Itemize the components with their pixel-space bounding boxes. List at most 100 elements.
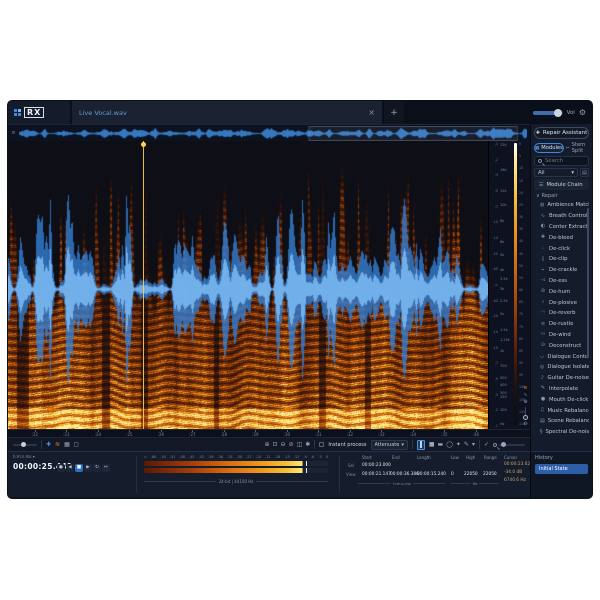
module-label: Deconstruct bbox=[549, 343, 581, 349]
module-item-dialogue-isolate[interactable]: ◎Dialogue Isolate bbox=[534, 362, 589, 373]
tab-live-vocal[interactable]: Live Vocal.wav × bbox=[72, 101, 382, 124]
module-item-de-plosive[interactable]: ≀De-plosive bbox=[534, 297, 589, 308]
spectrogram-view-icon[interactable]: ≋ bbox=[55, 442, 60, 448]
horizontal-select-icon[interactable]: ▬ bbox=[438, 442, 444, 448]
module-item-spectral-de-noise[interactable]: §Spectral De-noise bbox=[534, 427, 589, 438]
record-button[interactable]: ● bbox=[57, 464, 65, 472]
brush-select-icon[interactable]: ✎ bbox=[464, 442, 469, 448]
lasso-select-icon[interactable]: ◯ bbox=[446, 442, 453, 448]
tab-modules[interactable]: ▦ Modules bbox=[534, 143, 564, 153]
rewind-button[interactable]: ◀ bbox=[66, 464, 74, 472]
module-item-dialogue-contour[interactable]: ◡Dialogue Contour bbox=[534, 351, 589, 362]
magic-wand-icon[interactable]: ✦ bbox=[456, 442, 461, 448]
time-ruler[interactable]: :22:23:24:25:26:27:28:29:30:31:32:33:34:… bbox=[8, 429, 530, 437]
time-select-tool[interactable] bbox=[417, 440, 425, 450]
module-item-music-rebalance[interactable]: ♫Music Rebalance bbox=[534, 405, 589, 416]
time-format-selector[interactable]: h:m:s.ms ▾ bbox=[13, 454, 35, 459]
play-selection-button[interactable]: ↦ bbox=[102, 464, 110, 472]
waveform-blend-icon[interactable]: ∿ bbox=[523, 393, 527, 398]
pan-tool-icon[interactable]: ✚ bbox=[46, 442, 51, 448]
module-item-guitar-de-noise[interactable]: ♪Guitar De-noise bbox=[534, 373, 589, 384]
filter-options-button[interactable]: ▤ bbox=[580, 168, 589, 177]
module-item-de-hum[interactable]: ⊘De-hum bbox=[534, 286, 589, 297]
horizontal-zoom-control[interactable] bbox=[493, 443, 525, 447]
dialogue-contour-icon: ◡ bbox=[540, 354, 544, 359]
zoom-out-icon[interactable]: ⊖ bbox=[281, 442, 286, 448]
repair-section-header[interactable]: ∨ Repair bbox=[534, 192, 589, 200]
mouth-de-click-icon: ● bbox=[540, 397, 546, 402]
sel-start-value[interactable]: 00:00:23.000 bbox=[362, 463, 391, 468]
high-freq-value[interactable]: 22050 bbox=[464, 472, 478, 477]
spectrogram-blend-icon[interactable]: ≋ bbox=[523, 386, 527, 391]
module-item-de-ess[interactable]: ◅De-ess bbox=[534, 276, 589, 287]
tab-close-icon[interactable]: × bbox=[368, 109, 375, 117]
history-item-initial-state[interactable]: Initial State bbox=[535, 464, 588, 474]
zoom-selection-icon[interactable]: ⊡ bbox=[273, 442, 278, 448]
blend-zoom-in-icon[interactable]: ⊕ bbox=[523, 400, 527, 405]
waveform-overview-strip[interactable]: ≡ bbox=[8, 124, 530, 141]
instant-process-checkbox[interactable] bbox=[319, 442, 324, 447]
comment-icon[interactable]: ◻ bbox=[74, 442, 79, 448]
time-tick-label: :31 bbox=[315, 432, 321, 437]
zoom-time-icon[interactable]: ◫ bbox=[297, 442, 303, 448]
view-start-value[interactable]: 00:00:21.147 bbox=[362, 472, 391, 477]
history-title: History bbox=[535, 455, 588, 461]
spectrogram-display[interactable] bbox=[8, 141, 488, 429]
module-item-center-extract[interactable]: ◐Center Extract bbox=[534, 222, 589, 233]
volume-slider[interactable] bbox=[533, 111, 563, 115]
blend-slider-knob[interactable] bbox=[523, 415, 528, 420]
module-chain-button[interactable]: ☰ Module Chain bbox=[534, 179, 589, 190]
meter-scale: ∞-60-54-51-48-45-42-39-36-33-30-27-24-21… bbox=[144, 455, 328, 459]
rectangle-select-icon[interactable]: ■ bbox=[429, 442, 435, 448]
play-button[interactable]: ▶ bbox=[84, 464, 92, 472]
module-item-de-click[interactable]: ∴De-click bbox=[534, 243, 589, 254]
overview-options-icon[interactable]: ≡ bbox=[8, 130, 19, 136]
module-item-de-wind[interactable]: ∾De-wind bbox=[534, 330, 589, 341]
amp-tick-label: -∞ bbox=[494, 283, 498, 287]
spectrogram-canvas[interactable] bbox=[8, 141, 488, 429]
tab-stem-split[interactable]: ✂ Stem Split bbox=[566, 143, 589, 153]
overview-waveform[interactable] bbox=[19, 126, 527, 141]
meter-tick-label: -21 bbox=[265, 455, 270, 459]
module-item-scene-rebalance[interactable]: ▤Scene Rebalance bbox=[534, 416, 589, 427]
playhead-cursor[interactable] bbox=[143, 141, 144, 429]
module-item-deconstruct[interactable]: ⊙Deconstruct bbox=[534, 340, 589, 351]
playhead-handle[interactable] bbox=[141, 142, 146, 147]
settings-gear-icon[interactable]: ⚙ bbox=[579, 108, 586, 117]
view-length-value[interactable]: 00:00:15.240 bbox=[417, 472, 446, 477]
view-end-value[interactable]: 00:00:36.386 bbox=[390, 472, 419, 477]
module-item-de-clip[interactable]: ▯De-clip bbox=[534, 254, 589, 265]
module-item-mouth-de-click[interactable]: ●Mouth De-click bbox=[534, 394, 589, 405]
range-freq-value[interactable]: 22050 bbox=[483, 472, 497, 477]
stop-button[interactable]: ■ bbox=[75, 464, 83, 472]
meter-bar-left bbox=[144, 461, 328, 466]
time-tick-label: :28 bbox=[221, 432, 227, 437]
module-item-de-reverb[interactable]: ◠De-reverb bbox=[534, 308, 589, 319]
module-item-breath-control[interactable]: ∿Breath Control bbox=[534, 211, 589, 222]
blend-zoom-out-icon[interactable]: ⊖ bbox=[523, 422, 527, 427]
module-search-input[interactable]: Search bbox=[534, 156, 589, 166]
time-tick-label: :29 bbox=[252, 432, 258, 437]
new-tab-button[interactable]: + bbox=[384, 101, 404, 124]
zoom-in-icon[interactable]: ⊕ bbox=[264, 442, 269, 448]
low-freq-value[interactable]: 0 bbox=[451, 472, 454, 477]
hand-tool-icon[interactable]: ✱ bbox=[305, 442, 310, 448]
module-item-ambience-match[interactable]: ◍Ambience Match bbox=[534, 200, 589, 211]
opacity-slider[interactable] bbox=[13, 444, 37, 446]
select-options-icon[interactable]: ▾ bbox=[472, 442, 475, 448]
blend-slider[interactable] bbox=[525, 407, 526, 420]
process-mode-dropdown[interactable]: Attenuate▾ bbox=[371, 440, 408, 450]
category-filter-dropdown[interactable]: All ▾ bbox=[534, 168, 578, 177]
module-item-de-bleed[interactable]: ✚De-bleed bbox=[534, 232, 589, 243]
de-reverb-icon: ◠ bbox=[540, 311, 546, 316]
repair-assistant-button[interactable]: ✚ Repair Assistant bbox=[534, 127, 589, 139]
loop-button[interactable]: ↻ bbox=[93, 464, 101, 472]
module-item-de-crackle[interactable]: ⌁De-crackle bbox=[534, 265, 589, 276]
module-item-de-rustle[interactable]: ≋De-rustle bbox=[534, 319, 589, 330]
grid-view-icon[interactable]: ▦ bbox=[64, 442, 70, 448]
cursor-level-value: -34.0 dB bbox=[504, 470, 522, 475]
sidebar-scrollbar[interactable] bbox=[587, 208, 589, 358]
confirm-selection-icon[interactable]: ✓ bbox=[484, 442, 489, 448]
zoom-reset-icon[interactable]: ⊘ bbox=[289, 442, 294, 448]
module-item-interpolate[interactable]: ✎Interpolate bbox=[534, 384, 589, 395]
